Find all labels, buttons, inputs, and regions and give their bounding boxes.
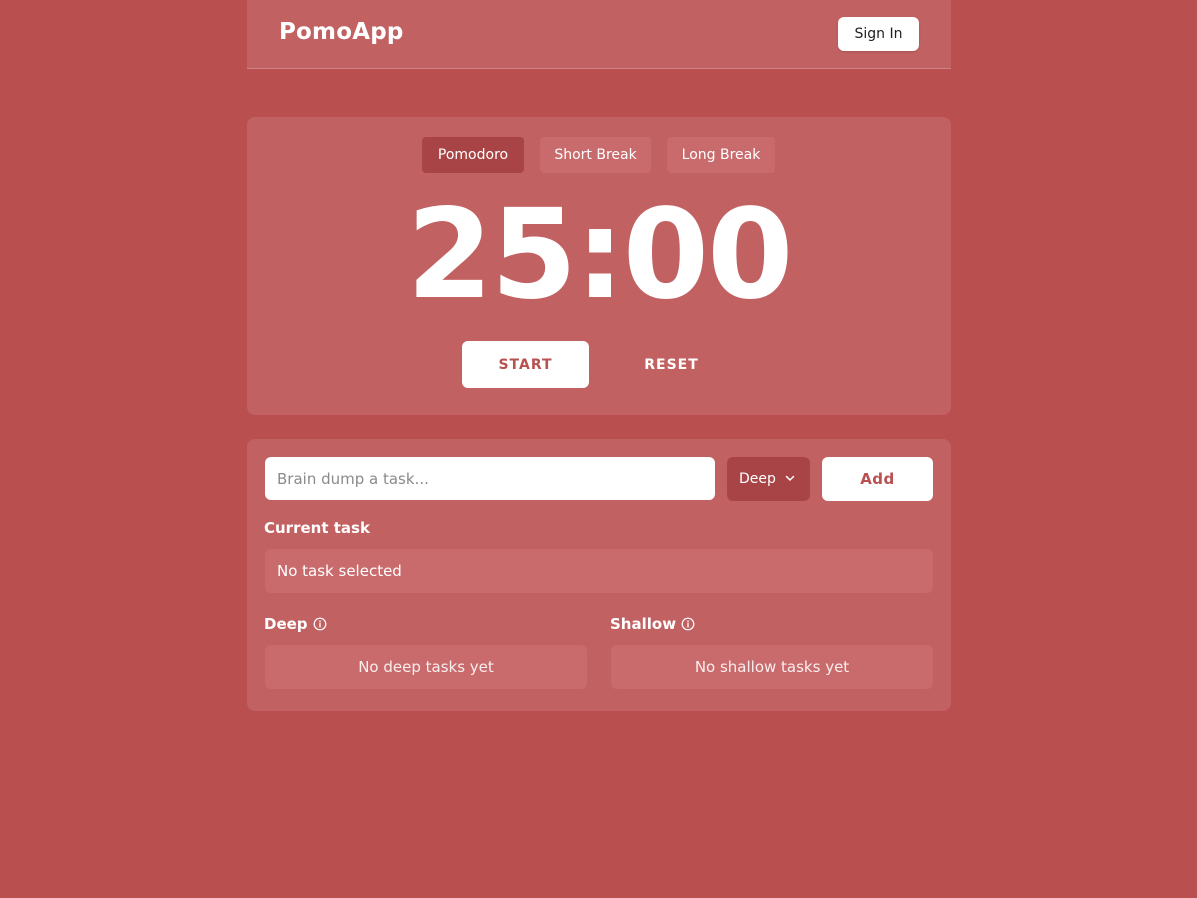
tab-long-break[interactable]: Long Break bbox=[667, 137, 775, 173]
add-task-button[interactable]: Add bbox=[822, 457, 933, 501]
reset-button[interactable]: RESET bbox=[619, 341, 724, 388]
timer-card: Pomodoro Short Break Long Break 25:00 ST… bbox=[247, 117, 951, 415]
current-task-heading: Current task bbox=[264, 519, 370, 537]
sign-in-button[interactable]: Sign In bbox=[838, 17, 919, 51]
tab-short-break[interactable]: Short Break bbox=[540, 137, 651, 173]
shallow-heading: Shallow bbox=[610, 615, 695, 633]
timer-display: 25:00 bbox=[406, 183, 794, 327]
category-select[interactable]: Deep bbox=[727, 457, 810, 501]
task-card: Deep Add Current task No task selected D… bbox=[247, 439, 951, 711]
deep-tasks-empty: No deep tasks yet bbox=[265, 645, 587, 689]
shallow-heading-label: Shallow bbox=[610, 615, 677, 633]
deep-heading: Deep bbox=[264, 615, 327, 633]
info-icon[interactable] bbox=[313, 617, 327, 631]
app-header: PomoApp Sign In bbox=[247, 0, 951, 69]
deep-heading-label: Deep bbox=[264, 615, 308, 633]
chevron-down-icon bbox=[785, 475, 795, 481]
start-button[interactable]: START bbox=[462, 341, 589, 388]
app-logo[interactable]: PomoApp bbox=[279, 19, 404, 45]
shallow-tasks-empty: No shallow tasks yet bbox=[611, 645, 933, 689]
tab-pomodoro[interactable]: Pomodoro bbox=[422, 137, 524, 173]
category-select-value: Deep bbox=[739, 471, 776, 487]
current-task-box[interactable]: No task selected bbox=[265, 549, 933, 593]
info-icon[interactable] bbox=[681, 617, 695, 631]
task-input[interactable] bbox=[265, 457, 715, 500]
